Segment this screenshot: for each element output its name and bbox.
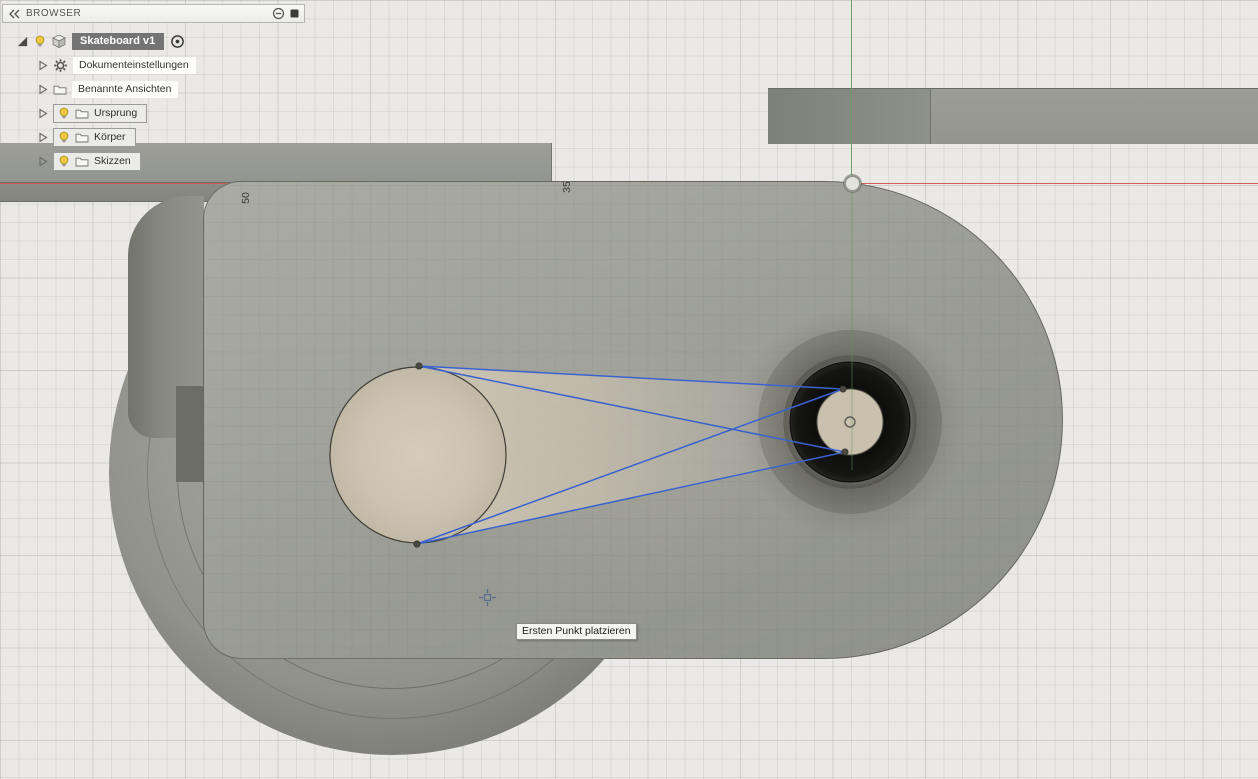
browser-group-bodies[interactable]: Körper — [53, 127, 136, 147]
browser-panel-title: BROWSER — [26, 8, 82, 19]
fusion-viewport: 50 35 Ersten Punkt platzieren BROWSER Sk… — [0, 0, 1258, 779]
browser-row-named-views[interactable]: Benannte Ansichten — [38, 78, 179, 100]
sketch-point-hole-bottom[interactable] — [841, 448, 849, 456]
browser-group-origin[interactable]: Ursprung — [53, 103, 148, 123]
browser-row-root[interactable]: Skateboard v1 — [16, 30, 190, 52]
browser-item-label-origin[interactable]: Ursprung — [94, 107, 137, 119]
sketch-circle-left[interactable] — [329, 366, 507, 544]
browser-row-origin[interactable]: Ursprung — [38, 102, 148, 124]
origin-point-marker[interactable] — [844, 175, 861, 192]
collapse-arrow-icon[interactable] — [38, 108, 48, 119]
browser-header[interactable]: BROWSER — [2, 4, 305, 23]
dimension-label-35[interactable]: 35 — [561, 181, 573, 193]
browser-row-document-settings[interactable]: Dokumenteinstellungen — [38, 54, 196, 76]
folder-icon — [75, 133, 89, 142]
folder-icon — [75, 109, 89, 118]
gear-icon — [54, 58, 67, 72]
sketch-point-circle-bottom[interactable] — [413, 540, 421, 548]
point-cursor-icon — [479, 589, 496, 606]
activate-radio-icon[interactable] — [170, 34, 185, 49]
browser-group-sketches[interactable]: Skizzen — [53, 151, 141, 171]
remove-panel-icon[interactable] — [272, 7, 285, 20]
hole-inner-circle[interactable] — [816, 388, 884, 456]
folder-icon — [75, 157, 89, 166]
browser-item-label-sketches[interactable]: Skizzen — [94, 155, 131, 167]
visibility-bulb-icon[interactable] — [58, 155, 70, 168]
visibility-bulb-icon[interactable] — [34, 35, 46, 48]
component-cube-icon — [52, 34, 66, 48]
browser-item-label-bodies[interactable]: Körper — [94, 131, 126, 143]
visibility-bulb-icon[interactable] — [58, 131, 70, 144]
collapse-arrow-icon[interactable] — [38, 132, 48, 143]
cursor-tooltip: Ersten Punkt platzieren — [516, 623, 637, 640]
collapse-arrow-icon[interactable] — [38, 84, 48, 95]
browser-row-bodies[interactable]: Körper — [38, 126, 136, 148]
collapse-panel-icon[interactable] — [7, 8, 21, 20]
browser-item-label-document-settings[interactable]: Dokumenteinstellungen — [73, 56, 196, 74]
visibility-bulb-icon[interactable] — [58, 107, 70, 120]
sketch-point-hole-top[interactable] — [839, 385, 847, 393]
browser-item-label-named-views[interactable]: Benannte Ansichten — [72, 80, 179, 98]
collapse-arrow-icon[interactable] — [38, 156, 48, 167]
collapse-arrow-icon[interactable] — [38, 60, 48, 71]
folder-icon — [53, 85, 67, 94]
sketch-point-circle-top[interactable] — [415, 362, 423, 370]
browser-item-label-root[interactable]: Skateboard v1 — [72, 32, 165, 50]
expand-arrow-icon[interactable] — [16, 35, 29, 48]
dock-panel-icon[interactable] — [289, 8, 300, 19]
browser-row-sketches[interactable]: Skizzen — [38, 150, 141, 172]
browser-panel: BROWSER Skateboard v1 Dokumenteinstellun… — [0, 0, 320, 200]
